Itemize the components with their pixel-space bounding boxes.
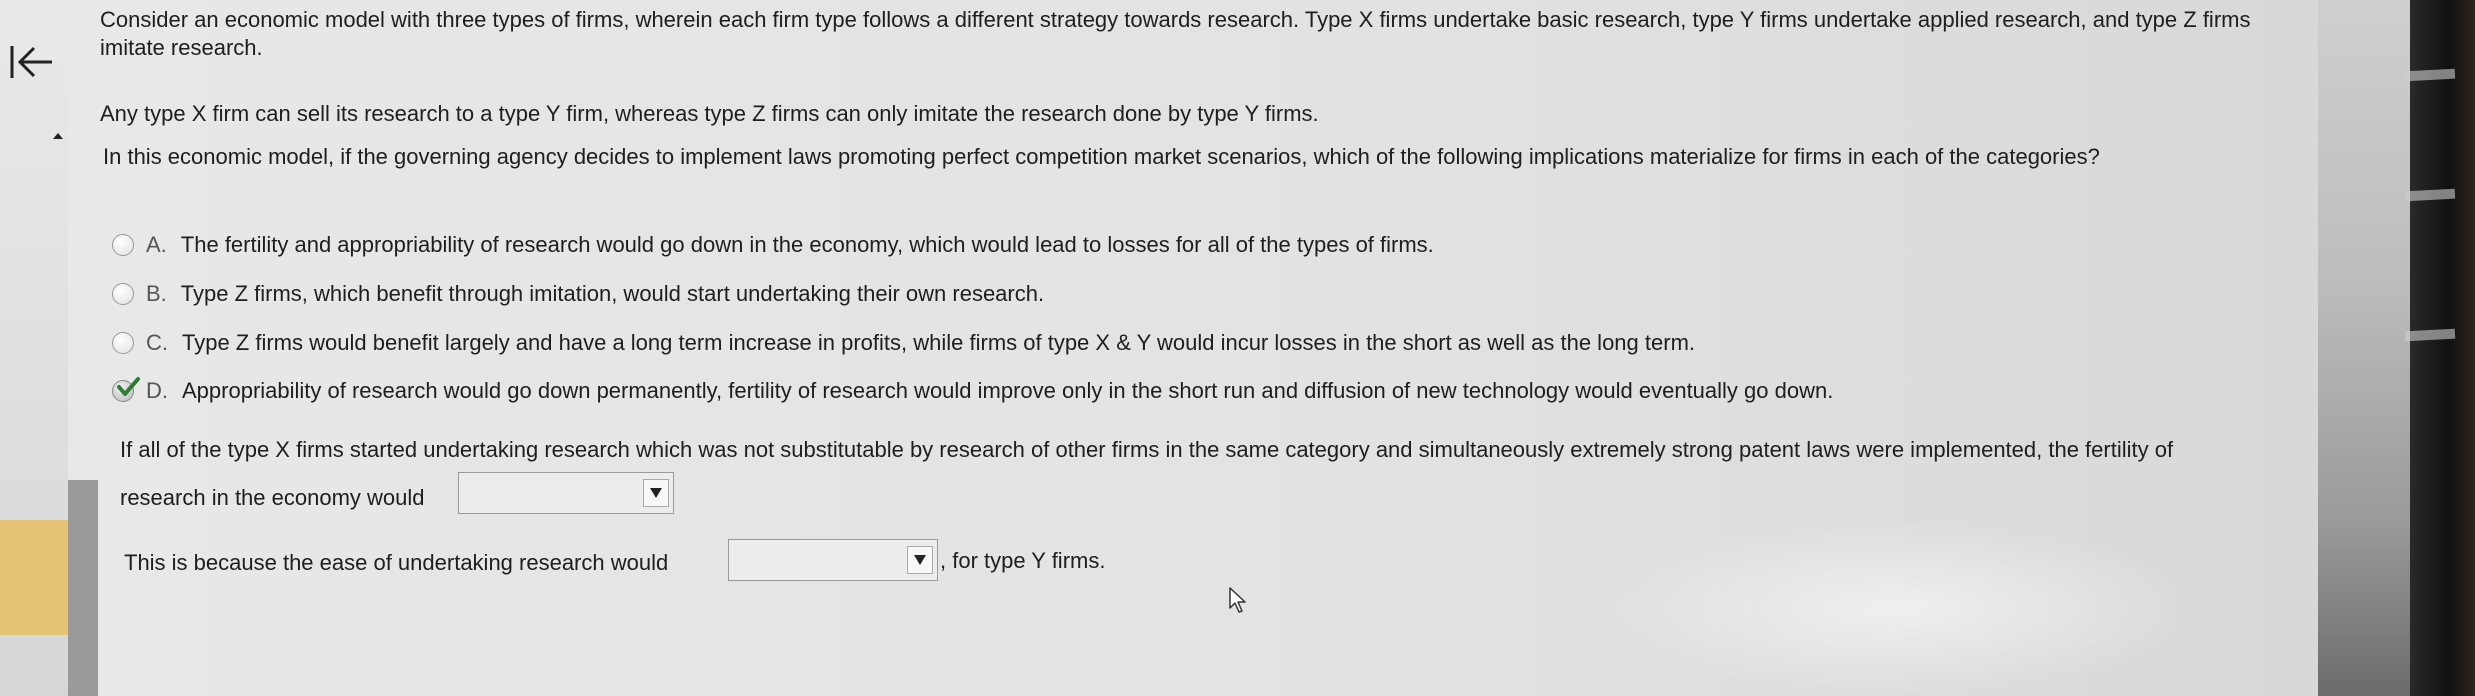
dropdown-arrow-icon	[907, 546, 933, 574]
collapse-up-icon[interactable]	[52, 130, 64, 142]
monitor-bezel	[2410, 0, 2475, 696]
option-a[interactable]: A. The fertility and appropriability of …	[112, 228, 1434, 262]
yellow-strip	[0, 520, 68, 635]
option-c-radio[interactable]	[112, 332, 134, 354]
option-text: The fertility and appropriability of res…	[180, 232, 1434, 257]
dropdown-arrow-icon	[643, 479, 669, 507]
part2-line-3: This is because the ease of undertaking …	[124, 550, 669, 575]
option-a-radio[interactable]	[112, 234, 134, 256]
option-c[interactable]: C. Type Z firms would benefit largely an…	[112, 326, 1695, 360]
checkmark-icon	[117, 377, 140, 396]
option-b[interactable]: B. Type Z firms, which benefit through i…	[112, 277, 1044, 311]
back-button[interactable]	[6, 40, 58, 84]
mouse-cursor-icon	[1229, 587, 1246, 613]
option-d[interactable]: D. Appropriability of research would go …	[112, 374, 1833, 408]
part2-line-3-suffix: , for type Y firms.	[940, 548, 1106, 573]
part2-line-1: If all of the type X firms started under…	[120, 437, 2174, 462]
option-letter: C.	[146, 330, 168, 355]
screen-glare	[1600, 520, 2200, 696]
option-text: Type Z firms would benefit largely and h…	[182, 330, 1696, 355]
ease-dropdown[interactable]	[728, 539, 938, 581]
scroll-track[interactable]	[68, 480, 98, 696]
question-paragraph-3: In this economic model, if the governing…	[103, 144, 2100, 169]
back-arrow-icon	[10, 46, 52, 78]
option-text: Type Z firms, which benefit through imit…	[180, 281, 1045, 306]
option-d-radio[interactable]	[112, 377, 140, 402]
option-letter: A.	[146, 232, 167, 257]
option-letter: B.	[146, 281, 167, 306]
option-text: Appropriability of research would go dow…	[182, 378, 1834, 403]
part2-line-2: research in the economy would	[120, 485, 425, 510]
question-paragraph-1: Consider an economic model with three ty…	[100, 7, 2251, 60]
option-letter: D.	[146, 378, 168, 403]
question-paragraph-2: Any type X firm can sell its research to…	[100, 101, 1319, 126]
fertility-dropdown[interactable]	[458, 472, 674, 514]
option-b-radio[interactable]	[112, 283, 134, 305]
